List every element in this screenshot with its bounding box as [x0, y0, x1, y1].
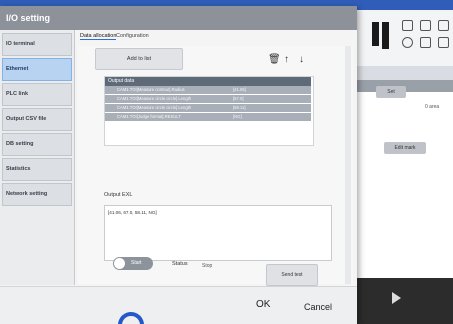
io-setting-dialog: I/O setting IO terminal Ethernet PLC lin… — [0, 6, 357, 324]
delete-icon[interactable]: 🗑 — [268, 55, 281, 65]
dialog-sidebar: IO terminal Ethernet PLC link Output CSV… — [0, 30, 75, 285]
status-value: Stop — [202, 263, 213, 269]
row-name: CAM1.TOI[Measure circle circle].Length — [117, 105, 192, 110]
background-set-button[interactable]: Set — [376, 86, 406, 98]
sidebar-item-network-setting[interactable]: Network setting — [2, 183, 72, 206]
start-toggle[interactable]: Start — [113, 257, 153, 270]
table-row[interactable]: CAM1.TOI[Measure contour].Radius [41.06] — [105, 86, 311, 94]
row-value: [NG] — [233, 114, 242, 119]
arrow-up-icon[interactable]: ↑ — [284, 55, 289, 65]
row-value: [67.0] — [233, 96, 244, 101]
print-icon[interactable] — [438, 20, 449, 31]
sidebar-item-statistics[interactable]: Statistics — [2, 158, 72, 181]
play-icon[interactable] — [392, 292, 401, 304]
output-textbox[interactable]: [41.06, 67.0, 58.11, NG] — [104, 205, 332, 261]
settings-icon[interactable] — [402, 37, 413, 48]
toggle-knob — [114, 258, 125, 269]
output-text: [41.06, 67.0, 58.11, NG] — [108, 210, 157, 215]
add-to-list-button[interactable]: Add to list — [95, 48, 183, 70]
cancel-button[interactable]: Cancel — [304, 302, 332, 312]
ok-button[interactable]: OK — [256, 299, 270, 310]
background-panel — [355, 80, 453, 300]
sidebar-item-db-setting[interactable]: DB setting — [2, 133, 72, 156]
signal-bar-1 — [372, 22, 379, 46]
row-name: CAM1.TOI[Measure circle circle].Length — [117, 96, 192, 101]
dialog-title: I/O setting — [0, 6, 357, 30]
sidebar-item-ethernet[interactable]: Ethernet — [2, 58, 72, 81]
toggle-label: Start — [131, 260, 142, 266]
background-bottom-bar — [352, 278, 453, 324]
arrow-down-icon[interactable]: ↓ — [299, 55, 304, 65]
background-side-text: 0 area — [425, 104, 440, 110]
sidebar-item-output-csv[interactable]: Output CSV file — [2, 108, 72, 131]
save-icon[interactable] — [420, 20, 431, 31]
table-row[interactable]: CAM1.TOI[Judge format].RESULT [NG] — [105, 113, 311, 121]
output-data-table: Output data CAM1.TOI[Measure contour].Ra… — [104, 76, 314, 146]
table-row[interactable]: CAM1.TOI[Measure circle circle].Length [… — [105, 95, 311, 103]
scrollbar[interactable] — [345, 46, 351, 284]
sidebar-item-plc-link[interactable]: PLC link — [2, 83, 72, 106]
chart-icon[interactable] — [438, 37, 449, 48]
sidebar-item-io-terminal[interactable]: IO terminal — [2, 33, 72, 56]
copy-icon[interactable] — [402, 20, 413, 31]
row-value: [58.11] — [233, 105, 246, 110]
status-label: Status — [172, 261, 188, 267]
background-edit-button[interactable]: Edit mark — [384, 142, 426, 154]
screen-frame: Set Edit mark 0 area I/O setting IO term… — [0, 0, 453, 324]
table-header: Output data — [105, 77, 311, 86]
row-name: CAM1.TOI[Judge format].RESULT — [117, 114, 181, 119]
row-name: CAM1.TOI[Measure contour].Radius — [117, 87, 185, 92]
tab-configuration[interactable]: Configuration — [116, 33, 149, 39]
folder-icon[interactable] — [420, 37, 431, 48]
table-row[interactable]: CAM1.TOI[Measure circle circle].Length [… — [105, 104, 311, 112]
signal-bar-2 — [382, 22, 389, 49]
row-value: [41.06] — [233, 87, 246, 92]
send-test-button[interactable]: Send test — [266, 264, 318, 286]
tab-data-allocation[interactable]: Data allocation — [80, 33, 117, 40]
output-label: Output EXL — [104, 192, 133, 198]
